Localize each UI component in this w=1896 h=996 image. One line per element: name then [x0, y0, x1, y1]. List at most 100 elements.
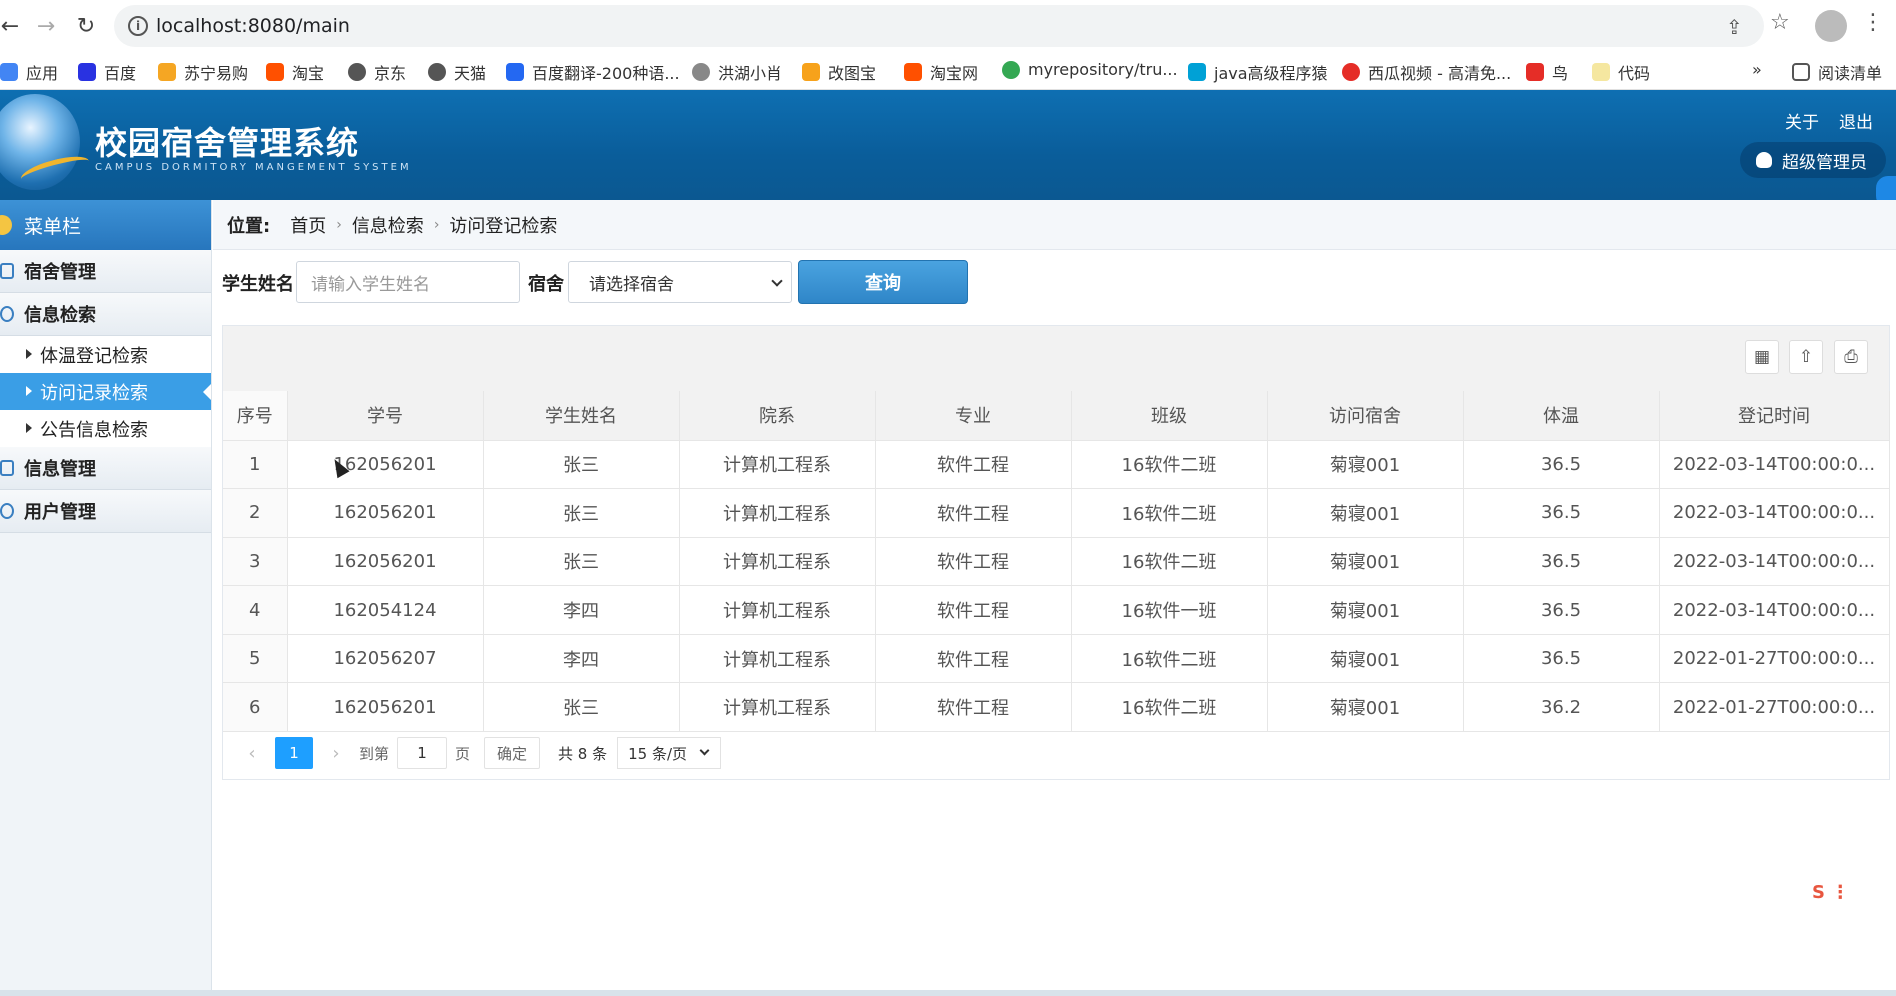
bookmark-taobao[interactable]: 淘宝	[266, 60, 324, 84]
chevron-down-icon	[699, 745, 710, 756]
bookmark-myrepository[interactable]: myrepository/tru...	[1002, 60, 1178, 79]
reading-list[interactable]: 阅读清单	[1792, 60, 1882, 84]
bookmark-code[interactable]: 代码	[1592, 60, 1650, 84]
table-row[interactable]: 1 162056201 张三 计算机工程系 软件工程 16软件二班 菊寝001 …	[223, 440, 1890, 490]
xigua-icon	[1342, 63, 1360, 81]
bookmark-fanyi[interactable]: 百度翻译-200种语...	[506, 60, 680, 84]
app-header: 校园宿舍管理系统 CAMPUS DORMITORY MANGEMENT SYST…	[0, 90, 1896, 200]
table-row[interactable]: 6 162056201 张三 计算机工程系 软件工程 16软件二班 菊寝001 …	[223, 682, 1890, 733]
sidebar-group-users[interactable]: 用户管理	[0, 490, 211, 533]
sidebar-group-info[interactable]: 信息管理	[0, 447, 211, 490]
breadcrumb-info-search[interactable]: 信息检索	[352, 212, 424, 238]
sidebar-item-notices[interactable]: 公告信息检索	[0, 410, 211, 447]
sidebar-group-dorm[interactable]: 宿舍管理	[0, 250, 211, 293]
info-icon[interactable]: i	[128, 16, 148, 36]
column-header[interactable]: 学生姓名	[483, 391, 680, 441]
address-bar[interactable]: i localhost:8080/main ⇪	[114, 5, 1764, 47]
breadcrumb-home[interactable]: 首页	[290, 212, 326, 238]
bookmark-xigua[interactable]: 西瓜视频 - 高清免...	[1342, 60, 1511, 84]
column-header[interactable]: 体温	[1463, 391, 1660, 441]
table-cell: 菊寝001	[1267, 682, 1464, 733]
sidebar-group-search[interactable]: 信息检索	[0, 293, 211, 336]
bookmark-jd[interactable]: 京东	[348, 60, 406, 84]
table-cell: 计算机工程系	[679, 585, 876, 635]
sogou-input-icon[interactable]: S ⋮	[1812, 882, 1862, 910]
bookmark-tmall[interactable]: 天猫	[428, 60, 486, 84]
table-row[interactable]: 3 162056201 张三 计算机工程系 软件工程 16软件二班 菊寝001 …	[223, 537, 1890, 587]
bookmark-taobaowang[interactable]: 淘宝网	[904, 60, 978, 84]
table-cell: 李四	[483, 634, 680, 684]
page-size-select[interactable]: 15 条/页	[617, 737, 722, 769]
columns-icon[interactable]: ▦	[1745, 340, 1779, 374]
table-cell: 36.5	[1463, 634, 1660, 684]
profile-avatar[interactable]	[1815, 10, 1847, 42]
caret-right-icon	[26, 423, 32, 433]
app-title: 校园宿舍管理系统	[95, 124, 360, 162]
goto-confirm-button[interactable]: 确定	[484, 737, 541, 769]
globe-icon	[428, 63, 446, 81]
table-cell: 菊寝001	[1267, 488, 1464, 538]
about-link[interactable]: 关于	[1785, 108, 1819, 133]
forward-icon[interactable]: →	[30, 10, 62, 42]
results-panel: ▦ ⇧ ⎙ 序号 学号 学生姓名 院系 专业 班级 访问宿舍 体温 登记时间 1…	[222, 325, 1890, 780]
chrome-icon	[1002, 60, 1020, 79]
reload-icon[interactable]: ↻	[70, 10, 102, 42]
bookmarks-more[interactable]: »	[1752, 60, 1762, 79]
column-header[interactable]: 班级	[1071, 391, 1268, 441]
dorm-select[interactable]: 请选择宿舍	[568, 261, 792, 303]
star-icon[interactable]: ☆	[1770, 10, 1790, 35]
table-cell: 软件工程	[875, 488, 1072, 538]
table-cell: 16软件二班	[1071, 537, 1268, 587]
sidebar-item-visits[interactable]: 访问记录检索	[0, 373, 211, 410]
table-row[interactable]: 4 162054124 李四 计算机工程系 软件工程 16软件一班 菊寝001 …	[223, 585, 1890, 635]
taobao-icon	[904, 63, 922, 81]
table-cell: 软件工程	[875, 682, 1072, 733]
table-cell: 2022-03-14T00:00:0...	[1659, 488, 1890, 538]
table-cell: 162056201	[287, 537, 484, 587]
student-name-input[interactable]: 请输入学生姓名	[296, 261, 520, 303]
column-header[interactable]: 院系	[679, 391, 876, 441]
url-text[interactable]: localhost:8080/main	[156, 15, 350, 37]
bird-icon	[692, 63, 710, 81]
bookmark-honghu[interactable]: 洪湖小肖	[692, 60, 782, 84]
print-icon[interactable]: ⎙	[1834, 340, 1868, 374]
pagination: ‹ 1 › 到第 1 页 确定 共 8 条 15 条/页	[223, 727, 1889, 779]
table-toolbar: ▦ ⇧ ⎙	[223, 326, 1889, 391]
bookmark-gaitubao[interactable]: 改图宝	[802, 60, 876, 84]
column-header[interactable]: 专业	[875, 391, 1072, 441]
page-current[interactable]: 1	[275, 737, 313, 769]
bookmark-java[interactable]: java高级程序猿	[1188, 60, 1328, 84]
back-icon[interactable]: ←	[0, 10, 26, 42]
table-cell: 菊寝001	[1267, 634, 1464, 684]
table-row[interactable]: 5 162056207 李四 计算机工程系 软件工程 16软件二班 菊寝001 …	[223, 634, 1890, 684]
export-icon[interactable]: ⇧	[1789, 340, 1823, 374]
column-header[interactable]: 序号	[223, 391, 288, 441]
sidebar-item-temperature[interactable]: 体温登记检索	[0, 336, 211, 373]
table-row[interactable]: 2 162056201 张三 计算机工程系 软件工程 16软件二班 菊寝001 …	[223, 488, 1890, 538]
query-button[interactable]: 查询	[798, 260, 968, 304]
bookmark-apps[interactable]: 应用	[0, 60, 58, 84]
column-header[interactable]: 学号	[287, 391, 484, 441]
table-cell: 162054124	[287, 585, 484, 635]
table-cell: 计算机工程系	[679, 634, 876, 684]
table-cell: 162056201	[287, 440, 484, 490]
bottom-scrollbar[interactable]	[0, 990, 1896, 996]
menu-dots-icon[interactable]: ⋮	[1862, 10, 1884, 35]
table-cell: 软件工程	[875, 537, 1072, 587]
reading-list-icon	[1792, 63, 1810, 81]
logout-link[interactable]: 退出	[1839, 108, 1873, 133]
goto-page-input[interactable]: 1	[397, 737, 448, 769]
table-cell: 162056201	[287, 682, 484, 733]
next-page-icon[interactable]: ›	[321, 738, 351, 768]
table-cell: 16软件二班	[1071, 440, 1268, 490]
bookmark-suning[interactable]: 苏宁易购	[158, 60, 248, 84]
table-cell: 6	[223, 682, 288, 733]
bookmark-baidu[interactable]: 百度	[78, 60, 136, 84]
bookmark-niao[interactable]: 鸟	[1526, 60, 1568, 84]
share-icon[interactable]: ⇪	[1726, 15, 1743, 39]
prev-page-icon[interactable]: ‹	[237, 738, 267, 768]
table-cell: 菊寝001	[1267, 440, 1464, 490]
column-header[interactable]: 访问宿舍	[1267, 391, 1464, 441]
user-badge[interactable]: 超级管理员	[1740, 142, 1886, 178]
column-header[interactable]: 登记时间	[1659, 391, 1890, 441]
